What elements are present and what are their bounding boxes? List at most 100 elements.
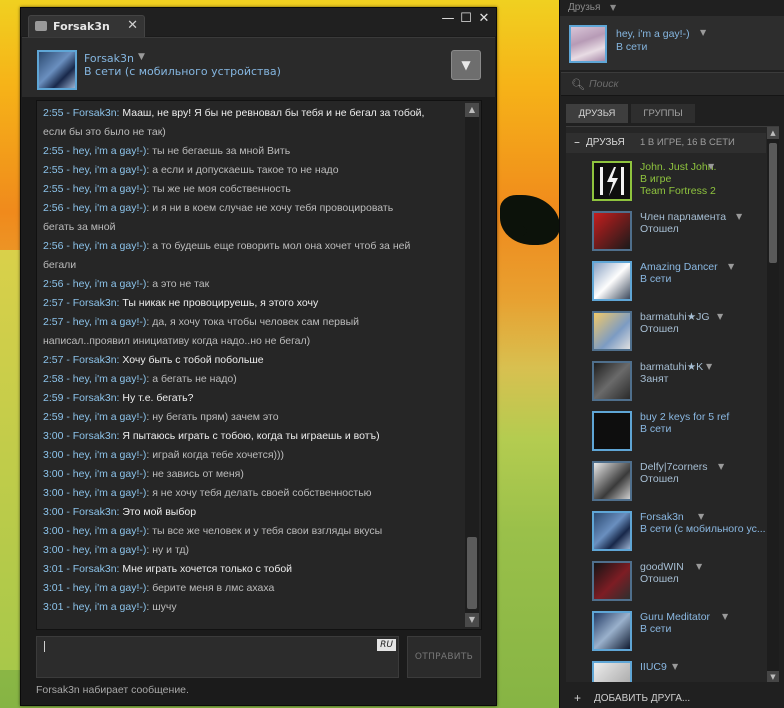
message-sender: 2:57 - Forsak3n: <box>43 297 120 309</box>
chevron-down-icon[interactable]: ▼ <box>728 262 734 271</box>
chat-message: 2:56 - hey, i'm a gay!-): а то будешь ещ… <box>43 237 461 256</box>
friend-item[interactable]: barmatuhi★K ▼ Занят <box>566 357 766 405</box>
avatar[interactable] <box>592 261 632 301</box>
chat-scrollbar[interactable]: ▲ ▼ <box>465 103 479 627</box>
chat-log[interactable]: 2:55 - Forsak3n: Мааш, не вру! Я бы не р… <box>36 100 482 630</box>
avatar[interactable] <box>592 311 632 351</box>
chat-message: 3:00 - hey, i'm a gay!-): ты все же чело… <box>43 522 461 541</box>
friend-avatar[interactable] <box>37 50 77 90</box>
tab-groups[interactable]: ГРУППЫ <box>631 104 695 123</box>
chevron-down-icon[interactable]: ▼ <box>698 512 704 521</box>
friend-status: Отошел <box>640 573 679 585</box>
chat-window: Forsak3n ✕ — ☐ ✕ Forsak3n ▼ В сети (с мо… <box>20 7 497 706</box>
message-text: : и я ни в коем случае не хочу тебя пров… <box>146 202 394 214</box>
friends-scrollbar[interactable]: ▲ ▼ <box>767 127 779 682</box>
message-sender: 2:56 - hey, i'm a gay!-) <box>43 202 147 214</box>
send-button[interactable]: ОТПРАВИТЬ <box>407 636 481 678</box>
friend-name: barmatuhi★K <box>640 361 704 373</box>
avatar[interactable] <box>592 161 632 201</box>
friend-item[interactable]: Delfy|7corners ▼ Отошел <box>566 457 766 505</box>
message-sender: 3:00 - hey, i'm a gay!-) <box>43 449 147 461</box>
close-button[interactable]: ✕ <box>476 11 492 27</box>
chevron-down-icon[interactable]: ▼ <box>736 212 742 221</box>
message-input[interactable]: RU <box>36 636 399 678</box>
chat-message: 3:00 - Forsak3n: Это мой выбор <box>43 503 461 522</box>
chat-message: 3:00 - hey, i'm a gay!-): играй когда те… <box>43 446 461 465</box>
friend-item[interactable]: Guru Meditator ▼ В сети <box>566 607 766 655</box>
add-friend-button[interactable]: + ДОБАВИТЬ ДРУГА... <box>566 688 779 708</box>
friend-item[interactable]: buy 2 keys for 5 ref В сети <box>566 407 766 455</box>
friend-name: barmatuhi★JG <box>640 311 710 323</box>
chevron-down-icon[interactable]: ▼ <box>610 3 616 12</box>
chevron-down-icon[interactable]: ▼ <box>717 312 723 321</box>
message-text: : а бегать не надо) <box>146 373 237 385</box>
message-text: : я не хочу тебя делать своей собственно… <box>146 487 372 499</box>
scrollbar-thumb[interactable] <box>769 143 777 263</box>
scroll-down-icon[interactable]: ▼ <box>465 613 479 627</box>
message-sender: 3:01 - hey, i'm a gay!-) <box>43 601 147 613</box>
scroll-down-icon[interactable]: ▼ <box>767 671 779 682</box>
search-input[interactable]: 🔍︎ Поиск <box>561 72 784 96</box>
friends-panel-title[interactable]: Друзья <box>568 2 600 13</box>
avatar[interactable] <box>592 561 632 601</box>
scroll-up-icon[interactable]: ▲ <box>465 103 479 117</box>
chat-message: 2:57 - Forsak3n: Ты никак не провоцируеш… <box>43 294 461 313</box>
collapse-icon[interactable]: – <box>574 135 580 149</box>
self-name[interactable]: hey, i'm a gay!-) <box>616 28 690 40</box>
friend-item[interactable]: IIUC9 ▼ <box>566 657 766 682</box>
chat-tabbar: Forsak3n ✕ — ☐ ✕ <box>21 8 496 37</box>
maximize-button[interactable]: ☐ <box>458 11 474 27</box>
chat-message: 3:00 - hey, i'm a gay!-): не завись от м… <box>43 465 461 484</box>
chat-tab-forsak3n[interactable]: Forsak3n ✕ <box>28 15 145 37</box>
chevron-down-icon[interactable]: ▼ <box>696 562 702 571</box>
chat-message: 3:01 - hey, i'm a gay!-): шучу <box>43 598 461 617</box>
chevron-down-icon[interactable]: ▼ <box>706 362 712 371</box>
chevron-down-icon[interactable]: ▼ <box>138 52 145 62</box>
friend-item[interactable]: John. Just John. ▼ В игре Team Fortress 2 <box>566 157 766 205</box>
avatar[interactable] <box>592 511 632 551</box>
friend-item[interactable]: Forsak3n ▼ В сети (с мобильного ус... <box>566 507 766 555</box>
minimize-button[interactable]: — <box>440 11 456 27</box>
chevron-down-icon[interactable]: ▼ <box>718 462 724 471</box>
self-profile: hey, i'm a gay!-) ▼ В сети <box>560 16 784 70</box>
message-sender: 2:55 - hey, i'm a gay!-) <box>43 183 147 195</box>
scroll-up-icon[interactable]: ▲ <box>767 127 779 139</box>
chat-options-button[interactable]: ▼ <box>451 50 481 80</box>
wallpaper-silhouette <box>505 225 527 237</box>
scrollbar-thumb[interactable] <box>467 537 477 609</box>
tab-close-icon[interactable]: ✕ <box>127 18 138 33</box>
chat-message: 3:01 - hey, i'm a gay!-): берите меня в … <box>43 579 461 598</box>
avatar[interactable] <box>592 661 632 682</box>
friend-name[interactable]: Forsak3n <box>84 52 134 65</box>
message-sender: 2:59 - hey, i'm a gay!-) <box>43 411 147 423</box>
friends-section-header[interactable]: – ДРУЗЬЯ 1 В ИГРЕ, 16 В СЕТИ <box>566 133 766 153</box>
message-sender: 2:57 - Forsak3n: <box>43 354 120 366</box>
chat-header: Forsak3n ▼ В сети (с мобильного устройст… <box>22 37 495 97</box>
avatar[interactable] <box>592 211 632 251</box>
avatar[interactable] <box>592 461 632 501</box>
chat-message: написал..проявил инициативу когда надо..… <box>43 332 461 351</box>
avatar[interactable] <box>592 361 632 401</box>
chat-message: 2:56 - hey, i'm a gay!-): и я ни в коем … <box>43 199 461 218</box>
tab-friends[interactable]: ДРУЗЬЯ <box>566 104 628 123</box>
friend-item[interactable]: barmatuhi★JG ▼ Отошел <box>566 307 766 355</box>
chat-bubble-icon <box>35 21 47 31</box>
chat-message: 2:57 - hey, i'm a gay!-): да, я хочу ток… <box>43 313 461 332</box>
avatar[interactable] <box>592 411 632 451</box>
message-sender: 3:01 - hey, i'm a gay!-) <box>43 582 147 594</box>
chevron-down-icon[interactable]: ▼ <box>708 162 714 171</box>
message-sender: 2:55 - Forsak3n: <box>43 107 120 119</box>
friend-item[interactable]: goodWIN ▼ Отошел <box>566 557 766 605</box>
friend-item[interactable]: Amazing Dancer ▼ В сети <box>566 257 766 305</box>
chevron-down-icon[interactable]: ▼ <box>700 28 706 37</box>
message-text: : ты же не моя собственность <box>146 183 291 195</box>
friend-item[interactable]: Член парламента ▼ Отошел <box>566 207 766 255</box>
chevron-down-icon[interactable]: ▼ <box>722 612 728 621</box>
chevron-down-icon[interactable]: ▼ <box>672 662 678 671</box>
chat-message: 2:57 - Forsak3n: Хочу быть с тобой побол… <box>43 351 461 370</box>
avatar[interactable] <box>569 25 607 63</box>
chat-message: 2:55 - hey, i'm a gay!-): ты не бегаешь … <box>43 142 461 161</box>
avatar[interactable] <box>592 611 632 651</box>
friends-list: – ДРУЗЬЯ 1 В ИГРЕ, 16 В СЕТИ John. Just … <box>566 126 779 682</box>
friend-name: Delfy|7corners <box>640 461 708 473</box>
